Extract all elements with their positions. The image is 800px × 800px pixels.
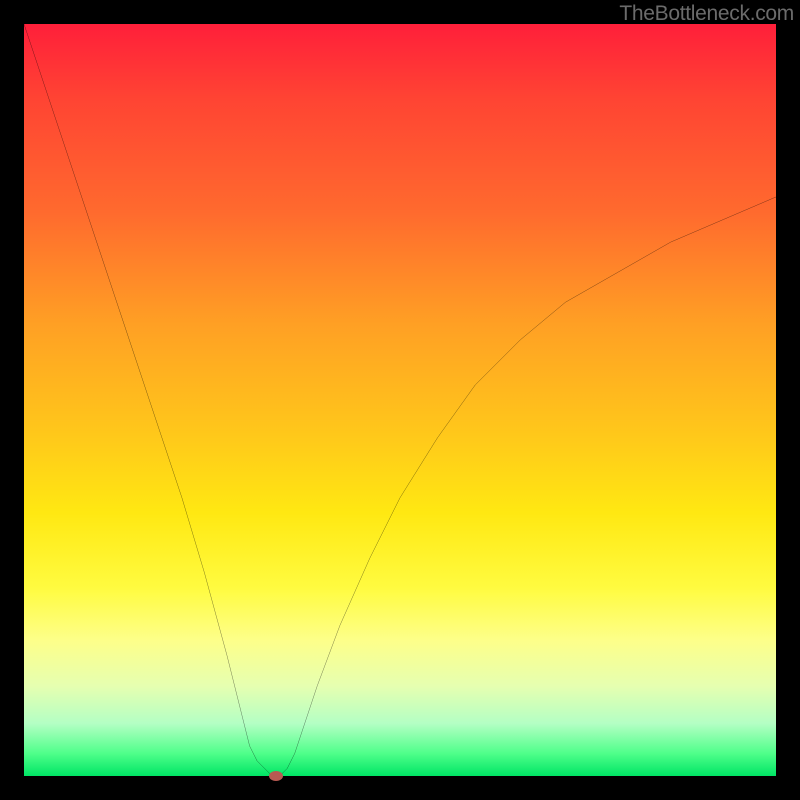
watermark-text: TheBottleneck.com <box>619 2 794 26</box>
optimal-point-marker <box>269 771 283 781</box>
bottleneck-curve <box>24 24 776 776</box>
chart-plot-area <box>24 24 776 776</box>
